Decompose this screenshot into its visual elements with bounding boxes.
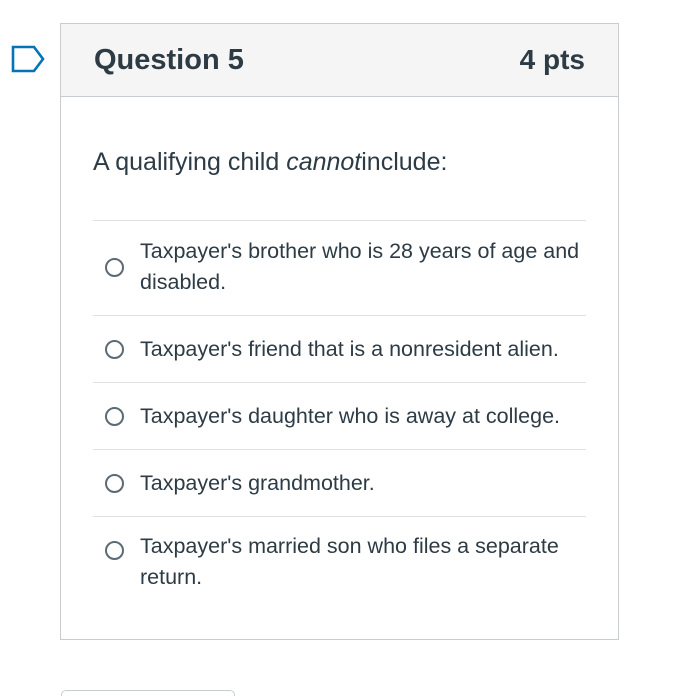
quiz-page: Question 5 4 pts A qualifying child cann… <box>0 0 700 696</box>
flag-question-icon[interactable] <box>10 44 46 74</box>
answer-option[interactable]: Taxpayer's grandmother. <box>93 450 586 517</box>
radio-unselected-icon[interactable] <box>105 258 124 277</box>
radio-unselected-icon[interactable] <box>105 541 124 560</box>
answer-label[interactable]: Taxpayer's married son who files a separ… <box>140 531 586 593</box>
question-title: Question 5 <box>94 43 244 76</box>
question-header: Question 5 4 pts <box>61 24 618 97</box>
question-text: A qualifying child cannotinclude: <box>93 97 586 221</box>
question-points: 4 pts <box>519 44 585 75</box>
answer-label[interactable]: Taxpayer's friend that is a nonresident … <box>140 334 559 365</box>
question-card: Question 5 4 pts A qualifying child cann… <box>60 23 619 640</box>
next-button[interactable] <box>61 690 235 696</box>
answer-label[interactable]: Taxpayer's brother who is 28 years of ag… <box>140 236 586 298</box>
answer-option[interactable]: Taxpayer's friend that is a nonresident … <box>93 316 586 383</box>
answer-option[interactable]: Taxpayer's daughter who is away at colle… <box>93 383 586 450</box>
answer-label[interactable]: Taxpayer's daughter who is away at colle… <box>140 401 560 432</box>
radio-unselected-icon[interactable] <box>105 340 124 359</box>
answer-list: Taxpayer's brother who is 28 years of ag… <box>93 221 586 617</box>
question-text-end: include: <box>361 148 448 176</box>
answer-option[interactable]: Taxpayer's brother who is 28 years of ag… <box>93 221 586 316</box>
question-text-start: A qualifying child <box>93 148 287 176</box>
radio-unselected-icon[interactable] <box>105 407 124 426</box>
radio-unselected-icon[interactable] <box>105 474 124 493</box>
answer-label[interactable]: Taxpayer's grandmother. <box>140 468 375 499</box>
answer-option[interactable]: Taxpayer's married son who files a separ… <box>93 517 586 617</box>
question-body: A qualifying child cannotinclude: Taxpay… <box>61 97 618 617</box>
question-text-emphasis: cannot <box>286 148 362 176</box>
